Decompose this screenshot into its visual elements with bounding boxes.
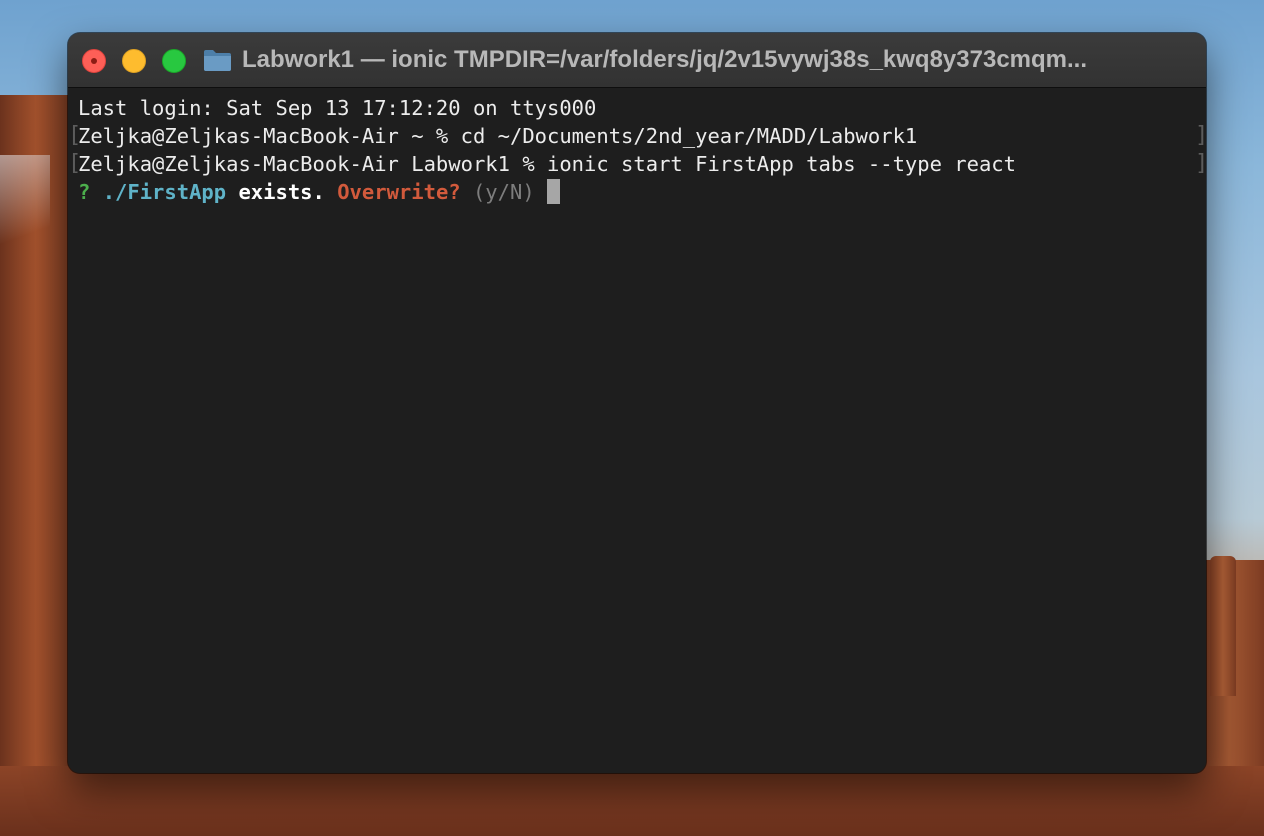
- overwrite-prompt: ? ./FirstApp exists. Overwrite? (y/N): [78, 178, 561, 206]
- text-cursor: [547, 179, 561, 204]
- desktop-snow: [0, 155, 50, 265]
- mark-close: ]: [1195, 122, 1206, 150]
- prompt-exists: exists.: [238, 180, 325, 204]
- prompt-path: ./FirstApp: [102, 180, 227, 204]
- title-bar[interactable]: Labwork1 — ionic TMPDIR=/var/folders/jq/…: [68, 33, 1206, 88]
- command-line-ionic: Zeljka@Zeljkas-MacBook-Air Labwork1 % io…: [78, 152, 1016, 176]
- last-login-line: Last login: Sat Sep 13 17:12:20 on ttys0…: [78, 96, 597, 120]
- prompt-overwrite: Overwrite?: [337, 180, 461, 204]
- minimize-button[interactable]: [122, 49, 146, 73]
- close-button[interactable]: [82, 49, 106, 73]
- mark-close: ]: [1195, 150, 1206, 178]
- desktop-rock-spire: [1210, 556, 1236, 696]
- terminal-content[interactable]: Last login: Sat Sep 13 17:12:20 on ttys0…: [68, 88, 1206, 773]
- folder-icon: [204, 50, 231, 71]
- prompt-question-mark: ?: [78, 180, 91, 204]
- zoom-button[interactable]: [162, 49, 186, 73]
- command-line-cd: Zeljka@Zeljkas-MacBook-Air ~ % cd ~/Docu…: [78, 124, 918, 148]
- window-title: Labwork1 — ionic TMPDIR=/var/folders/jq/…: [242, 46, 1088, 73]
- desktop-mesa: [0, 766, 1264, 836]
- prompt-choices: (y/N): [472, 180, 535, 204]
- terminal-window: Labwork1 — ionic TMPDIR=/var/folders/jq/…: [68, 33, 1206, 773]
